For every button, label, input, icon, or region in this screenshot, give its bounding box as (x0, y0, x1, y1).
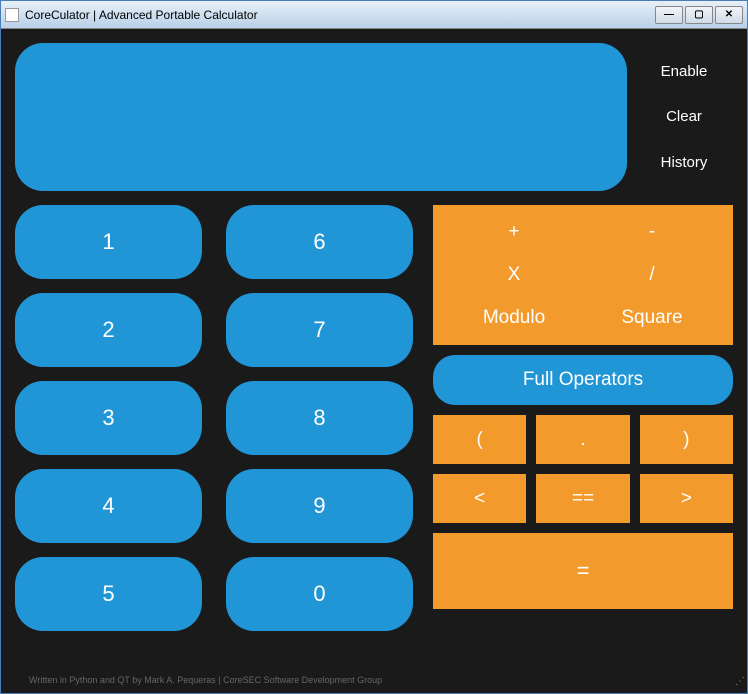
maximize-button[interactable]: ▢ (685, 6, 713, 24)
digit-9-button[interactable]: 9 (226, 469, 413, 543)
window-controls: — ▢ ✕ (655, 6, 743, 24)
greater-than-button[interactable]: > (640, 474, 733, 523)
minimize-button[interactable]: — (655, 6, 683, 24)
equals-compare-button[interactable]: == (536, 474, 629, 523)
symbols-grid: ( . ) < == > (433, 415, 733, 523)
digit-1-button[interactable]: 1 (15, 205, 202, 279)
right-paren-button[interactable]: ) (640, 415, 733, 464)
digit-2-button[interactable]: 2 (15, 293, 202, 367)
digit-6-button[interactable]: 6 (226, 205, 413, 279)
left-paren-button[interactable]: ( (433, 415, 526, 464)
minus-button[interactable]: - (583, 211, 721, 254)
window-title: CoreCulator | Advanced Portable Calculat… (25, 8, 655, 22)
display-row: Enable Clear History (15, 43, 733, 191)
square-button[interactable]: Square (583, 296, 721, 339)
digit-7-button[interactable]: 7 (226, 293, 413, 367)
numpad: 1 6 2 7 3 8 4 9 5 0 (15, 205, 413, 631)
history-button[interactable]: History (635, 146, 733, 179)
digit-3-button[interactable]: 3 (15, 381, 202, 455)
enable-button[interactable]: Enable (635, 55, 733, 88)
close-button[interactable]: ✕ (715, 6, 743, 24)
digit-5-button[interactable]: 5 (15, 557, 202, 631)
display-side-buttons: Enable Clear History (635, 43, 733, 191)
digit-8-button[interactable]: 8 (226, 381, 413, 455)
dot-button[interactable]: . (536, 415, 629, 464)
main-row: 1 6 2 7 3 8 4 9 5 0 + - X / Modulo Squar… (15, 205, 733, 631)
calculator-display (15, 43, 627, 191)
operators-column: + - X / Modulo Square Full Operators ( .… (433, 205, 733, 631)
digit-0-button[interactable]: 0 (226, 557, 413, 631)
plus-button[interactable]: + (445, 211, 583, 254)
multiply-button[interactable]: X (445, 254, 583, 297)
modulo-button[interactable]: Modulo (445, 296, 583, 339)
digit-4-button[interactable]: 4 (15, 469, 202, 543)
app-window: CoreCulator | Advanced Portable Calculat… (0, 0, 748, 694)
full-operators-button[interactable]: Full Operators (433, 355, 733, 405)
titlebar: CoreCulator | Advanced Portable Calculat… (1, 1, 747, 29)
footer-credits: Written in Python and QT by Mark A. Pequ… (29, 675, 382, 685)
equals-button[interactable]: = (433, 533, 733, 609)
app-icon (5, 8, 19, 22)
less-than-button[interactable]: < (433, 474, 526, 523)
clear-button[interactable]: Clear (635, 100, 733, 133)
resize-grip-icon[interactable]: ⋰ (733, 679, 745, 691)
divide-button[interactable]: / (583, 254, 721, 297)
content-area: Enable Clear History 1 6 2 7 3 8 4 9 5 0… (1, 29, 747, 693)
operators-panel: + - X / Modulo Square (433, 205, 733, 345)
